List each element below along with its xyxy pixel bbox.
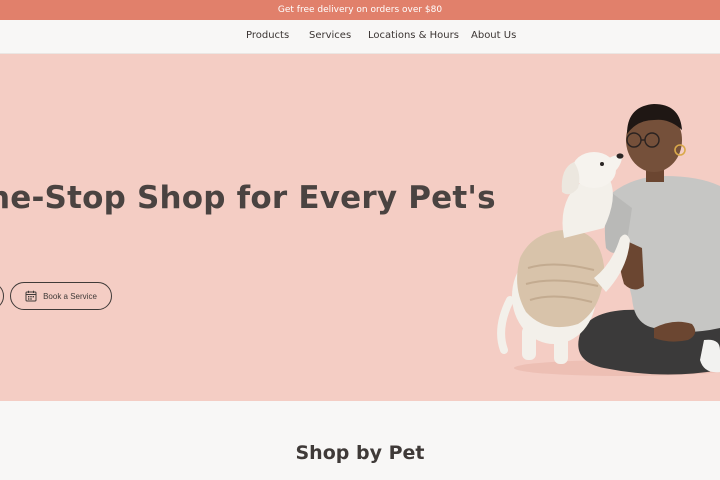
nav-item-locations-hours[interactable]: Locations & Hours [368,20,459,54]
person-with-dog-illustration [497,104,720,376]
main-nav: Products Services Locations & Hours Abou… [0,20,720,54]
hero-title: he-Stop Shop for Every Pet's [0,180,496,216]
calendar-icon [25,290,37,302]
nav-item-products[interactable]: Products [246,20,289,54]
book-service-label: Book a Service [43,291,97,301]
nav-item-services[interactable]: Services [309,20,351,54]
nav-item-about-us[interactable]: About Us [471,20,516,54]
promo-banner: Get free delivery on orders over $80 [0,0,720,20]
shop-by-pet-title: Shop by Pet [295,442,425,464]
promo-text: Get free delivery on orders over $80 [277,5,443,15]
hero-section: he-Stop Shop for Every Pet's Book a Serv… [0,54,720,401]
hero-secondary-button[interactable] [0,282,4,310]
book-service-button[interactable]: Book a Service [10,282,112,310]
